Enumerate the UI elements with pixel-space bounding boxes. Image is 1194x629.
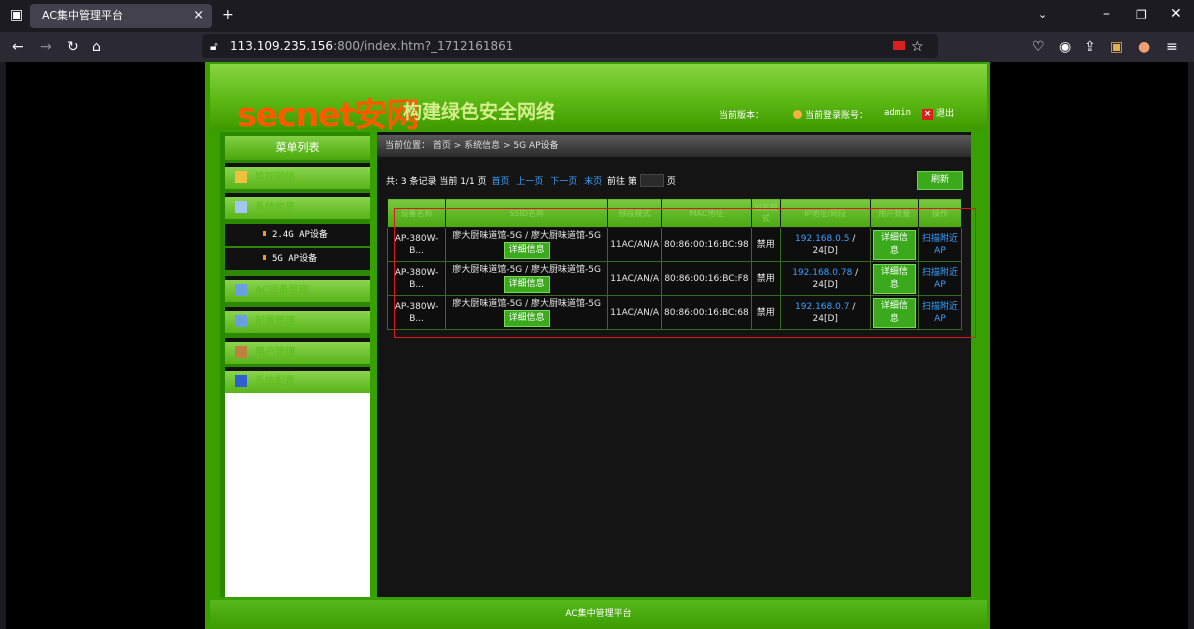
menu-icon[interactable]: ≡	[1166, 40, 1178, 54]
new-tab-icon[interactable]: +	[222, 8, 234, 22]
addon-icon[interactable]: ▣	[1110, 40, 1123, 54]
highlight-box	[394, 208, 976, 338]
page-number-input[interactable]	[639, 174, 664, 187]
brand-logo: secnet安网	[237, 95, 419, 134]
restore-icon[interactable]: ❐	[1136, 8, 1147, 22]
breadcrumb: 当前位置： 首页 > 系统信息 > 5G AP设备	[377, 135, 971, 157]
back-icon[interactable]: ←	[12, 40, 24, 54]
browser-tab-bar: ▣ AC集中管理平台 × + ⌄ – ❐ ✕	[0, 0, 1194, 32]
goto-label: 前往 第	[607, 177, 637, 187]
logout-icon: ×	[922, 109, 933, 120]
footer: AC集中管理平台	[210, 600, 987, 629]
bookmark-star-icon[interactable]: ☆	[911, 40, 924, 54]
close-tab-icon[interactable]: ×	[193, 4, 204, 28]
monitor-icon	[235, 171, 247, 183]
sidebar-item-system-info[interactable]: 系统信息	[225, 193, 370, 219]
account-label: 当前登录账号：	[793, 108, 868, 121]
users-icon	[235, 346, 247, 358]
url-bar[interactable]: 🔓︎ 113.109.235.156:800/index.htm?_171216…	[202, 34, 938, 58]
chevron-down-icon[interactable]: ⌄	[1038, 8, 1047, 22]
minimize-icon[interactable]: –	[1103, 7, 1110, 21]
sidebar-item-users[interactable]: 用户管理	[225, 338, 370, 364]
bullet-icon	[263, 231, 266, 236]
reload-icon[interactable]: ↻	[67, 40, 79, 54]
translate-flag-icon[interactable]	[893, 41, 905, 50]
menu-title: 菜单列表	[225, 136, 370, 160]
account-icon[interactable]: ◉	[1059, 40, 1071, 54]
pager: 共: 3 条记录 当前 1/1 页 首页 上一页 下一页 末页 前往 第 页	[386, 174, 676, 187]
bullet-icon	[263, 255, 266, 260]
record-summary: 共: 3 条记录 当前 1/1 页	[386, 177, 487, 187]
tab-list-icon[interactable]: ▣	[10, 8, 23, 22]
last-page-link[interactable]: 末页	[584, 177, 602, 187]
sidebar-item-sys-config[interactable]: 系统配置	[225, 367, 370, 393]
prev-page-link[interactable]: 上一页	[516, 177, 543, 187]
lock-icon[interactable]: 🔓︎	[210, 39, 218, 53]
addon2-icon[interactable]: ●	[1138, 40, 1150, 54]
first-page-link[interactable]: 首页	[491, 177, 509, 187]
browser-tab[interactable]: AC集中管理平台 ×	[30, 4, 212, 28]
config-icon	[235, 315, 247, 327]
extensions-icon[interactable]: ⇪	[1084, 40, 1096, 54]
sidebar-item-config[interactable]: 配置管理	[225, 307, 370, 333]
tab-title: AC集中管理平台	[42, 9, 124, 22]
flag-icon	[235, 375, 247, 387]
info-icon	[235, 201, 247, 213]
device-icon	[235, 284, 247, 296]
user-icon	[793, 110, 802, 119]
forward-icon[interactable]: →	[40, 40, 52, 54]
pocket-icon[interactable]: ♡	[1032, 40, 1045, 54]
url-text: 113.109.235.156:800/index.htm?_171216186…	[230, 39, 514, 53]
sidebar-blank-panel	[225, 393, 370, 597]
username: admin	[884, 108, 912, 118]
refresh-button[interactable]: 刷新	[917, 171, 963, 190]
version-label: 当前版本：	[719, 111, 765, 121]
slogan: 构建绿色安全网络	[403, 101, 556, 123]
next-page-link[interactable]: 下一页	[550, 177, 577, 187]
sidebar-sub-5g[interactable]: 5G AP设备	[225, 248, 370, 270]
home-icon[interactable]: ⌂	[92, 40, 101, 54]
sidebar-item-ac-device[interactable]: AC设备管理	[225, 276, 370, 302]
window-close-icon[interactable]: ✕	[1170, 7, 1182, 21]
logout-link[interactable]: × 退出	[922, 106, 954, 120]
sidebar-sub-24g[interactable]: 2.4G AP设备	[225, 224, 370, 246]
page-unit: 页	[666, 177, 676, 187]
sidebar-item-monitor[interactable]: 监控网络	[225, 163, 370, 189]
